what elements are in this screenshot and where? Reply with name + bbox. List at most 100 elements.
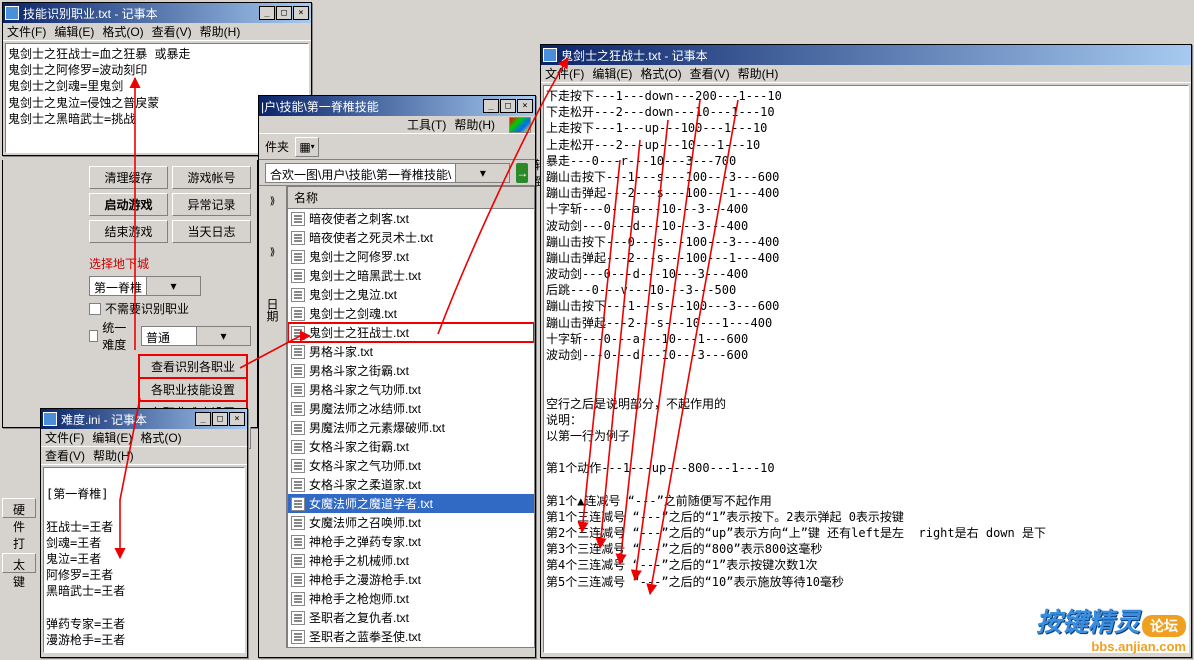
minimize-button[interactable]: _ bbox=[195, 412, 211, 426]
menu-help[interactable]: 帮助(H) bbox=[93, 447, 134, 464]
chk-no-job-detect[interactable]: 不需要识别职业 bbox=[89, 300, 251, 317]
file-name: 暗夜使者之刺客.txt bbox=[309, 210, 409, 227]
btn-view-jobs[interactable]: 查看识别各职业 bbox=[139, 355, 247, 378]
menu-view[interactable]: 查看(V) bbox=[45, 447, 85, 464]
menu-format[interactable]: 格式(O) bbox=[140, 429, 181, 446]
chevron-down-icon[interactable]: ▾ bbox=[196, 327, 250, 345]
menu-file[interactable]: 文件(F) bbox=[545, 65, 584, 82]
dungeon-dropdown[interactable]: 第一脊椎 ▾ bbox=[89, 276, 201, 296]
maximize-button[interactable]: □ bbox=[276, 6, 292, 20]
window-title: 技能识别职业.txt - 记事本 bbox=[23, 5, 259, 22]
file-row[interactable]: 暗夜使者之死灵术士.txt bbox=[288, 228, 534, 247]
minimize-button[interactable]: _ bbox=[483, 99, 499, 113]
maximize-button[interactable]: □ bbox=[500, 99, 516, 113]
file-row[interactable]: 神枪手之弹药专家.txt bbox=[288, 532, 534, 551]
file-row[interactable]: 男格斗家.txt bbox=[288, 342, 534, 361]
btn-clear-cache[interactable]: 清理缓存 bbox=[89, 166, 168, 189]
minimize-button[interactable]: _ bbox=[259, 6, 275, 20]
file-row[interactable]: 女格斗家之街霸.txt bbox=[288, 437, 534, 456]
file-list[interactable]: 名称 暗夜使者之刺客.txt暗夜使者之死灵术士.txt鬼剑士之阿修罗.txt鬼剑… bbox=[287, 186, 535, 648]
file-row[interactable]: 男魔法师之元素爆破师.txt bbox=[288, 418, 534, 437]
btn-stop-game[interactable]: 结束游戏 bbox=[89, 220, 168, 243]
app-icon bbox=[543, 48, 557, 62]
file-icon bbox=[291, 231, 305, 245]
file-icon bbox=[291, 592, 305, 606]
expand-icon[interactable]: ⟫ bbox=[270, 196, 276, 207]
file-row[interactable]: 男格斗家之街霸.txt bbox=[288, 361, 534, 380]
file-row[interactable]: 女格斗家之柔道家.txt bbox=[288, 475, 534, 494]
file-row[interactable]: 女魔法师之召唤师.txt bbox=[288, 513, 534, 532]
btn-start-game[interactable]: 启动游戏 bbox=[89, 193, 168, 216]
menu-edit[interactable]: 编辑(E) bbox=[592, 65, 632, 82]
chevron-down-icon[interactable]: ▾ bbox=[146, 277, 200, 295]
file-row[interactable]: 神枪手之漫游枪手.txt bbox=[288, 570, 534, 589]
menu-edit[interactable]: 编辑(E) bbox=[54, 23, 94, 40]
chk-label: 不需要识别职业 bbox=[105, 300, 189, 317]
menu-file[interactable]: 文件(F) bbox=[7, 23, 46, 40]
file-name: 暗夜使者之死灵术士.txt bbox=[309, 229, 433, 246]
titlebar[interactable]: 鬼剑士之狂战士.txt - 记事本 bbox=[541, 45, 1191, 65]
file-row[interactable]: 女魔法师之魔道学者.txt bbox=[288, 494, 534, 513]
go-icon[interactable]: → bbox=[516, 163, 528, 183]
menu-edit[interactable]: 编辑(E) bbox=[92, 429, 132, 446]
text-content[interactable]: [第一脊椎] 狂战士=王者 剑魂=王者 鬼泣=王者 阿修罗=王者 黑暗武士=王者… bbox=[43, 467, 245, 653]
titlebar[interactable]: 技能识别职业.txt - 记事本 _ □ × bbox=[3, 3, 311, 23]
file-row[interactable]: 男魔法师之冰结师.txt bbox=[288, 399, 534, 418]
file-icon bbox=[291, 554, 305, 568]
file-name: 男魔法师之元素爆破师.txt bbox=[309, 419, 445, 436]
menu-help[interactable]: 帮助(H) bbox=[738, 65, 779, 82]
file-row[interactable]: 鬼剑士之阿修罗.txt bbox=[288, 247, 534, 266]
close-button[interactable]: × bbox=[229, 412, 245, 426]
text-content[interactable]: 下走按下---1---down---200---1---10 下走松开---2-… bbox=[543, 85, 1189, 653]
file-row[interactable]: 暗夜使者之刺客.txt bbox=[288, 209, 534, 228]
file-name: 神枪手之弹药专家.txt bbox=[309, 533, 421, 550]
file-row[interactable]: 圣职者之驱魔师.txt bbox=[288, 646, 534, 648]
file-row[interactable]: 圣职者之蓝拳圣使.txt bbox=[288, 627, 534, 646]
file-icon bbox=[291, 269, 305, 283]
file-row[interactable]: 鬼剑士之暗黑武士.txt bbox=[288, 266, 534, 285]
menu-help[interactable]: 帮助(H) bbox=[454, 116, 495, 133]
file-row[interactable]: 圣职者之复仇者.txt bbox=[288, 608, 534, 627]
menu-help[interactable]: 帮助(H) bbox=[200, 23, 241, 40]
titlebar[interactable]: |户\技能\第一脊椎技能 _ □ × bbox=[259, 96, 535, 116]
address-dropdown[interactable]: \合欢一图\用户\技能\第一脊椎技能 ▾ bbox=[265, 163, 510, 183]
address-bar: \合欢一图\用户\技能\第一脊椎技能 ▾ → 转到 bbox=[259, 160, 535, 186]
btn-today-log[interactable]: 当天日志 bbox=[172, 220, 251, 243]
menu-view[interactable]: 查看(V) bbox=[152, 23, 192, 40]
file-row[interactable]: 鬼剑士之狂战士.txt bbox=[288, 323, 534, 342]
file-icon bbox=[291, 535, 305, 549]
menubar: 文件(F) 编辑(E) 格式(O) 查看(V) 帮助(H) bbox=[541, 65, 1191, 83]
column-name[interactable]: 名称 bbox=[288, 187, 534, 209]
file-row[interactable]: 神枪手之枪炮师.txt bbox=[288, 589, 534, 608]
file-icon bbox=[291, 516, 305, 530]
file-icon bbox=[291, 421, 305, 435]
file-icon bbox=[291, 288, 305, 302]
file-row[interactable]: 女格斗家之气功师.txt bbox=[288, 456, 534, 475]
view-button[interactable]: ▦▾ bbox=[295, 137, 319, 157]
difficulty-dropdown[interactable]: 普通 ▾ bbox=[141, 326, 251, 346]
menu-format[interactable]: 格式(O) bbox=[102, 23, 143, 40]
menu-file[interactable]: 文件(F) bbox=[45, 429, 84, 446]
btn-game-account[interactable]: 游戏帐号 bbox=[172, 166, 251, 189]
file-row[interactable]: 神枪手之机械师.txt bbox=[288, 551, 534, 570]
btn-job-skill-settings[interactable]: 各职业技能设置 bbox=[139, 378, 247, 401]
close-button[interactable]: × bbox=[293, 6, 309, 20]
menubar-row2: 查看(V) 帮助(H) bbox=[41, 447, 247, 465]
expand-icon[interactable]: ⟫ bbox=[270, 247, 276, 258]
btn-abnormal-log[interactable]: 异常记录 bbox=[172, 193, 251, 216]
difficulty-value: 普通 bbox=[142, 327, 196, 345]
checkbox-box[interactable] bbox=[89, 330, 98, 342]
file-row[interactable]: 鬼剑士之剑魂.txt bbox=[288, 304, 534, 323]
file-icon bbox=[291, 611, 305, 625]
file-row[interactable]: 男格斗家之气功师.txt bbox=[288, 380, 534, 399]
titlebar[interactable]: 难度.ini - 记事本 _ □ × bbox=[41, 409, 247, 429]
menu-tools[interactable]: 工具(T) bbox=[407, 116, 446, 133]
menu-view[interactable]: 查看(V) bbox=[690, 65, 730, 82]
file-row[interactable]: 鬼剑士之鬼泣.txt bbox=[288, 285, 534, 304]
file-icon bbox=[291, 497, 305, 511]
menu-format[interactable]: 格式(O) bbox=[640, 65, 681, 82]
hw-btn[interactable]: 太键 bbox=[2, 553, 36, 573]
chevron-down-icon[interactable]: ▾ bbox=[455, 164, 509, 182]
close-button[interactable]: × bbox=[517, 99, 533, 113]
maximize-button[interactable]: □ bbox=[212, 412, 228, 426]
